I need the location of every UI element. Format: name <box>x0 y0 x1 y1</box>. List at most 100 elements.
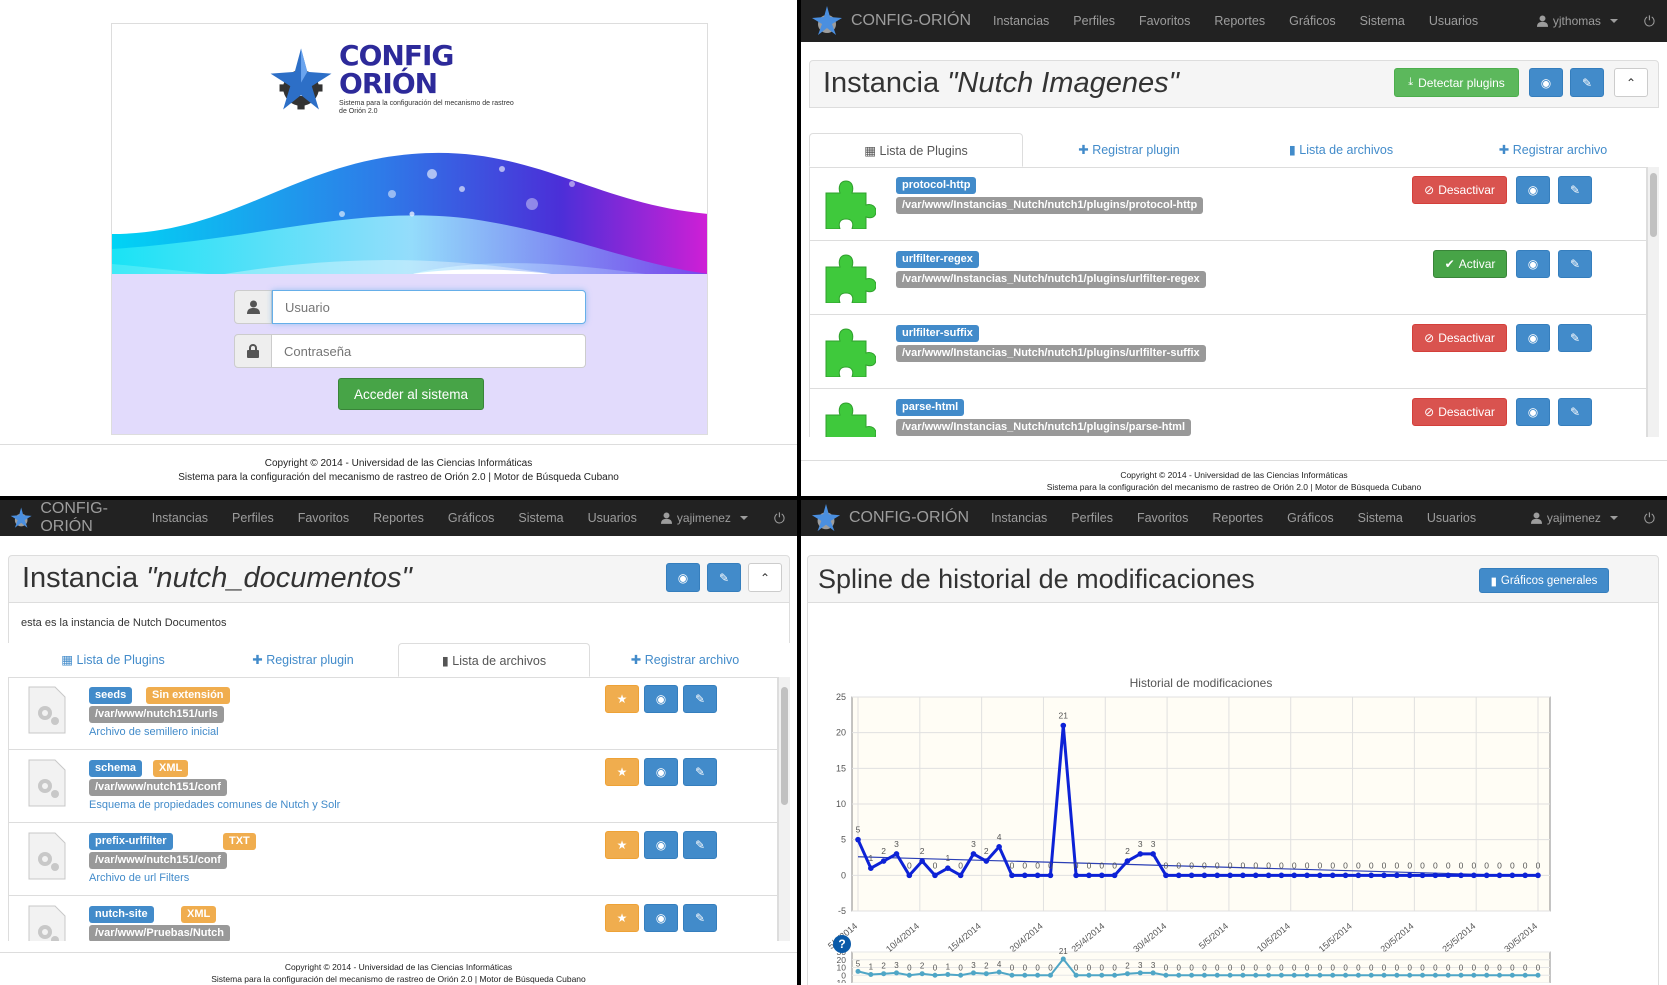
login-submit-button[interactable]: Acceder al sistema <box>338 378 484 410</box>
view-file-button[interactable]: ◉ <box>644 831 678 859</box>
nav-reportes[interactable]: Reportes <box>1214 14 1265 28</box>
navigator-data-label: 0 <box>1472 963 1477 972</box>
view-file-button[interactable]: ◉ <box>644 758 678 786</box>
nav-favoritos[interactable]: Favoritos <box>1137 511 1188 525</box>
collapse-button[interactable]: ⌃ <box>1614 68 1648 97</box>
tab-file-list[interactable]: ▮ Lista de archivos <box>1235 133 1447 167</box>
collapse-button[interactable]: ⌃ <box>748 563 782 592</box>
data-point <box>1278 872 1285 879</box>
plugin-action-label: Desactivar <box>1438 183 1495 197</box>
activate-plugin-button[interactable]: ✔ Activar <box>1433 250 1507 278</box>
nav-favoritos[interactable]: Favoritos <box>298 511 349 525</box>
deactivate-plugin-button[interactable]: ⊘ Desactivar <box>1412 324 1507 352</box>
edit-file-button[interactable]: ✎ <box>683 758 717 786</box>
nav-usuarios[interactable]: Usuarios <box>588 511 637 525</box>
edit-plugin-button[interactable]: ✎ <box>1558 398 1592 426</box>
username-input[interactable] <box>272 290 586 324</box>
navbar-brand[interactable]: CONFIG-ORIÓN <box>801 5 971 37</box>
scrollbar-thumb[interactable] <box>781 687 788 805</box>
navigator-data-label: 0 <box>1048 963 1053 972</box>
file-name-badge: seeds <box>89 687 133 705</box>
file-list-scrollbar[interactable] <box>778 677 790 941</box>
navbar-brand[interactable]: CONFIG-ORIÓN <box>801 503 969 533</box>
nav-usuarios[interactable]: Usuarios <box>1427 511 1476 525</box>
favorite-file-button[interactable]: ★ <box>605 831 639 859</box>
check-icon: ✔ <box>1444 257 1455 271</box>
edit-plugin-button[interactable]: ✎ <box>1558 250 1592 278</box>
tab-register-file[interactable]: ✚ Registrar archivo <box>590 643 780 677</box>
deactivate-plugin-button[interactable]: ⊘ Desactivar <box>1412 176 1507 204</box>
nav-reportes[interactable]: Reportes <box>373 511 424 525</box>
plugin-row: urlfilter-regex /var/www/Instancias_Nutc… <box>810 241 1646 315</box>
detect-plugins-button[interactable]: ⤓ Detectar plugins <box>1394 68 1519 97</box>
edit-plugin-button[interactable]: ✎ <box>1558 176 1592 204</box>
nav-usuarios[interactable]: Usuarios <box>1429 14 1478 28</box>
edit-file-button[interactable]: ✎ <box>683 831 717 859</box>
nav-graficos[interactable]: Gráficos <box>1289 14 1336 28</box>
plus-icon: ✚ <box>1078 143 1093 157</box>
navbar: CONFIG-ORIÓN Instancias Perfiles Favorit… <box>801 0 1667 42</box>
nav-sistema[interactable]: Sistema <box>518 511 563 525</box>
navigator-data-label: 0 <box>933 963 938 972</box>
data-point <box>868 865 874 871</box>
nav-instancias[interactable]: Instancias <box>991 511 1047 525</box>
puzzle-piece-icon <box>825 402 876 437</box>
user-menu[interactable]: yjthomas <box>1536 14 1618 28</box>
nav-instancias[interactable]: Instancias <box>993 14 1049 28</box>
view-file-button[interactable]: ◉ <box>644 685 678 713</box>
general-charts-button[interactable]: ▮ Gráficos generales <box>1479 568 1609 593</box>
nav-perfiles[interactable]: Perfiles <box>1073 14 1115 28</box>
nav-graficos[interactable]: Gráficos <box>1287 511 1334 525</box>
edit-instance-button[interactable]: ✎ <box>1570 68 1604 97</box>
view-plugin-button[interactable]: ◉ <box>1516 250 1550 278</box>
edit-plugin-button[interactable]: ✎ <box>1558 324 1592 352</box>
view-plugin-button[interactable]: ◉ <box>1516 176 1550 204</box>
nav-sistema[interactable]: Sistema <box>1360 14 1405 28</box>
favorite-file-button[interactable]: ★ <box>605 904 639 932</box>
edit-file-button[interactable]: ✎ <box>683 904 717 932</box>
user-menu[interactable]: yajimenez <box>1530 511 1618 525</box>
x-tick-label: 25/4/2014 <box>1069 921 1106 954</box>
nav-perfiles[interactable]: Perfiles <box>232 511 274 525</box>
nav-perfiles[interactable]: Perfiles <box>1071 511 1113 525</box>
power-icon[interactable]: ⏻ <box>1644 510 1655 527</box>
nav-sistema[interactable]: Sistema <box>1358 511 1403 525</box>
user-menu[interactable]: yajimenez <box>660 511 748 525</box>
view-instance-button[interactable]: ◉ <box>666 563 700 592</box>
data-point <box>932 872 938 879</box>
view-file-button[interactable]: ◉ <box>644 904 678 932</box>
scrollbar-thumb[interactable] <box>1650 173 1657 237</box>
instance-tabs: ▦ Lista de Plugins ✚ Registrar plugin ▮ … <box>8 643 790 678</box>
tab-plugin-list[interactable]: ▦ Lista de Plugins <box>18 643 208 677</box>
password-input[interactable] <box>272 334 586 368</box>
file-extension-badge: XML <box>181 906 217 924</box>
deactivate-plugin-button[interactable]: ⊘ Desactivar <box>1412 398 1507 426</box>
nav-favoritos[interactable]: Favoritos <box>1139 14 1190 28</box>
navigator-data-label: 2 <box>881 962 886 971</box>
navigator-data-point <box>906 972 912 978</box>
power-icon[interactable]: ⏻ <box>1644 13 1655 30</box>
edit-instance-button[interactable]: ✎ <box>707 563 741 592</box>
tab-register-plugin[interactable]: ✚ Registrar plugin <box>208 643 398 677</box>
view-instance-button[interactable]: ◉ <box>1529 68 1563 97</box>
tab-file-list[interactable]: ▮ Lista de archivos <box>398 643 590 677</box>
file-row: seeds Sin extensión /var/www/nutch151/ur… <box>9 677 777 750</box>
data-label: 0 <box>1266 860 1271 870</box>
navbar-brand[interactable]: CONFIG-ORIÓN <box>0 500 130 536</box>
favorite-file-button[interactable]: ★ <box>605 685 639 713</box>
edit-file-button[interactable]: ✎ <box>683 685 717 713</box>
x-tick-label: 10/5/2014 <box>1255 921 1292 954</box>
nav-reportes[interactable]: Reportes <box>1212 511 1263 525</box>
favorite-file-button[interactable]: ★ <box>605 758 639 786</box>
nav-instancias[interactable]: Instancias <box>152 511 208 525</box>
plugin-list-scrollbar[interactable] <box>1647 167 1659 437</box>
tab-plugin-list[interactable]: ▦ Lista de Plugins <box>809 133 1023 167</box>
view-plugin-button[interactable]: ◉ <box>1516 398 1550 426</box>
tab-register-file[interactable]: ✚ Registrar archivo <box>1447 133 1659 167</box>
tab-register-plugin[interactable]: ✚ Registrar plugin <box>1023 133 1235 167</box>
view-plugin-button[interactable]: ◉ <box>1516 324 1550 352</box>
power-icon[interactable]: ⏻ <box>774 510 785 527</box>
nav-graficos[interactable]: Gráficos <box>448 511 495 525</box>
files-footer: Copyright © 2014 - Universidad de las Ci… <box>0 952 797 985</box>
navigator-data-label: 0 <box>1228 963 1233 972</box>
